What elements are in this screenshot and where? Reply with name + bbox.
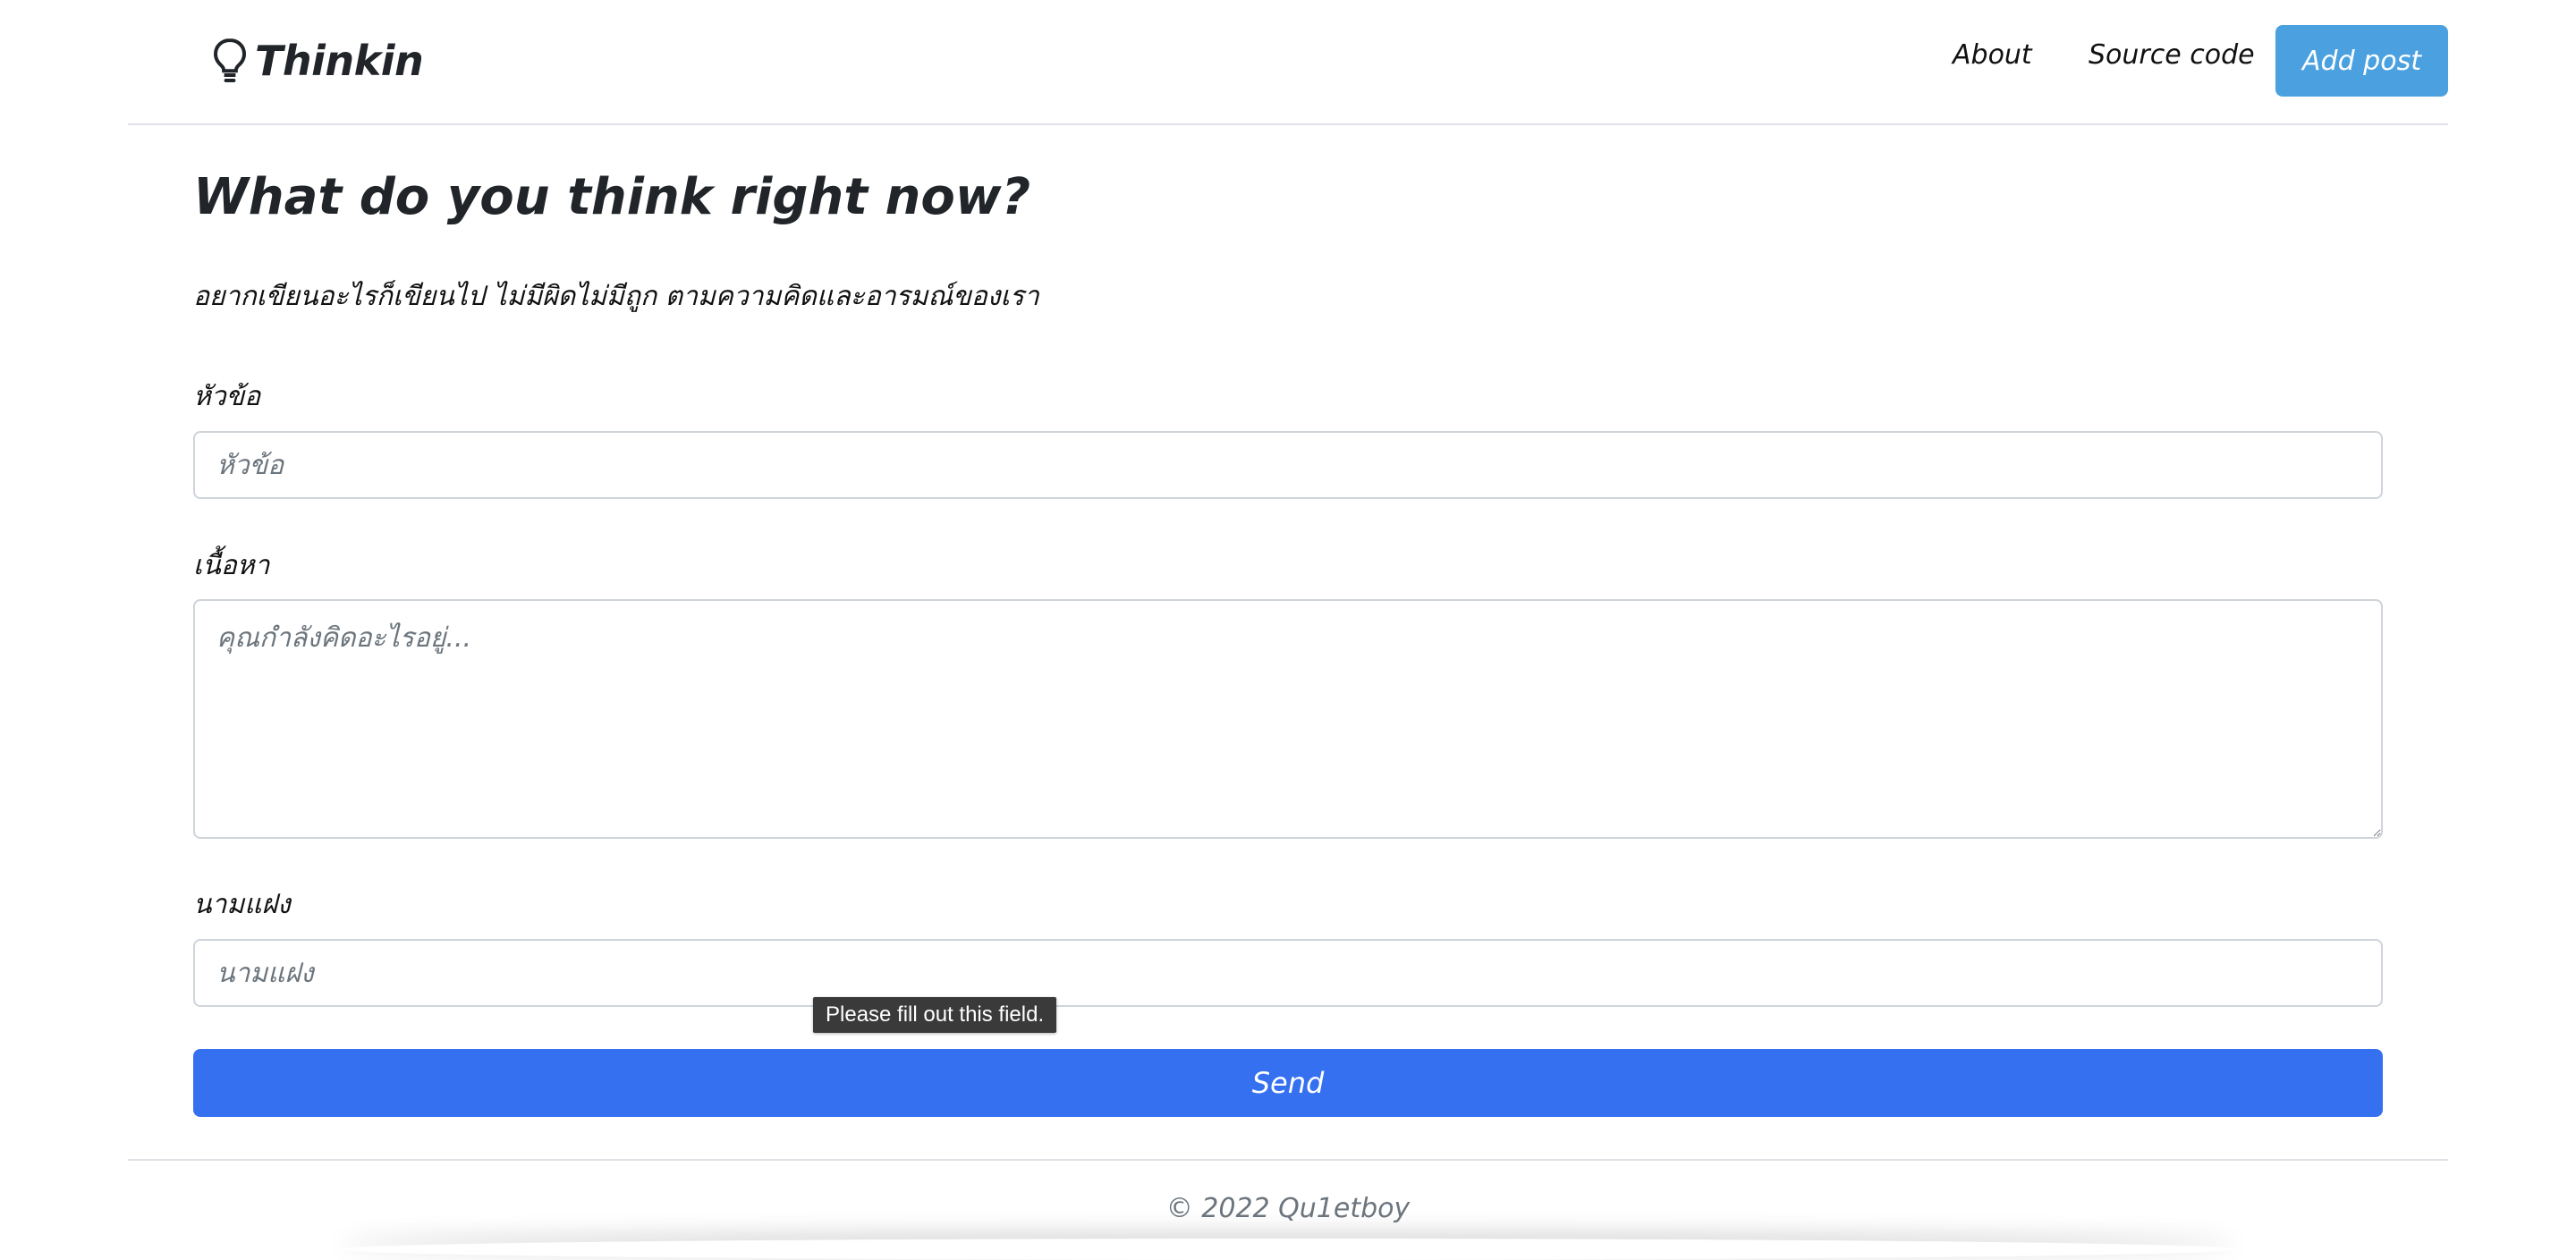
- add-post-button[interactable]: Add post: [2275, 25, 2448, 97]
- footer-copyright: © 2022 Qu1etboy: [1165, 1193, 1411, 1224]
- content-textarea[interactable]: [193, 599, 2383, 839]
- send-button[interactable]: Send: [193, 1049, 2383, 1117]
- alias-input[interactable]: [193, 939, 2383, 1007]
- page-subtitle: อยากเขียนอะไรก็เขียนไป ไม่มีผิดไม่มีถูก …: [193, 281, 1039, 312]
- footer-shadow: [340, 1239, 2236, 1260]
- content-label: เนื้อหา: [193, 550, 270, 581]
- title-input[interactable]: [193, 431, 2383, 499]
- page-title: What do you think right now?: [193, 168, 1031, 226]
- validation-tooltip: Please fill out this field.: [813, 997, 1057, 1033]
- brand-link[interactable]: Thinkin: [212, 32, 424, 89]
- footer-divider: [128, 1159, 2448, 1161]
- alias-label: นามแฝง: [193, 889, 291, 920]
- brand-name: Thinkin: [255, 37, 424, 85]
- lightbulb-icon: [213, 38, 247, 82]
- nav-link-about[interactable]: About: [1953, 39, 2032, 71]
- title-label: หัวข้อ: [193, 381, 261, 412]
- navbar: Thinkin About Source code Add post: [128, 0, 2448, 125]
- nav-link-source-code[interactable]: Source code: [2089, 39, 2255, 71]
